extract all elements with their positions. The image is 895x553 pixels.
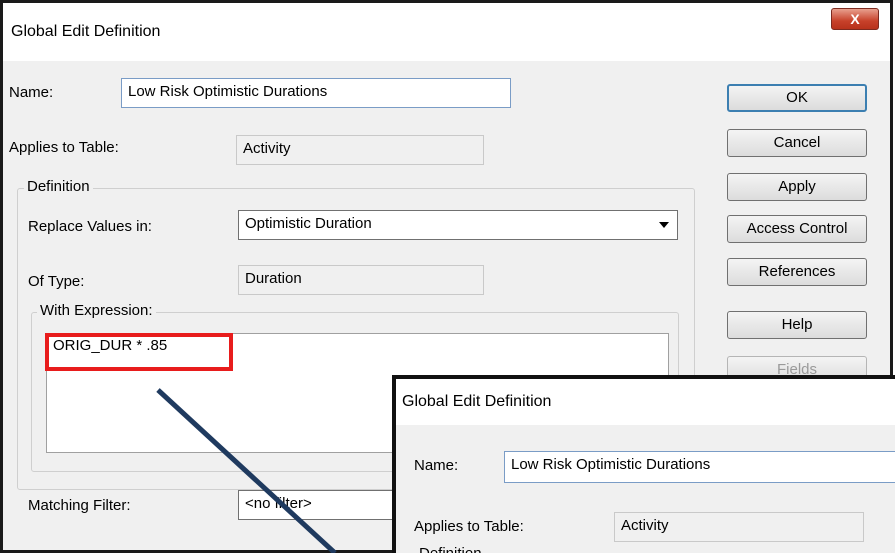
callout-arrow-line [156, 388, 337, 553]
inset-dialog-title: Global Edit Definition [402, 393, 552, 410]
inset-applies-value: Activity [614, 512, 864, 542]
inset-definition-legend: Definition [416, 545, 485, 553]
inset-title-bar: Global Edit Definition [396, 379, 895, 425]
inset-name-input[interactable]: Low Risk Optimistic Durations [504, 451, 895, 483]
inset-name-label: Name: [414, 457, 459, 474]
inset-applies-label: Applies to Table: [414, 518, 524, 535]
zoom-inset-dialog: Global Edit Definition Name: Low Risk Op… [392, 375, 895, 553]
